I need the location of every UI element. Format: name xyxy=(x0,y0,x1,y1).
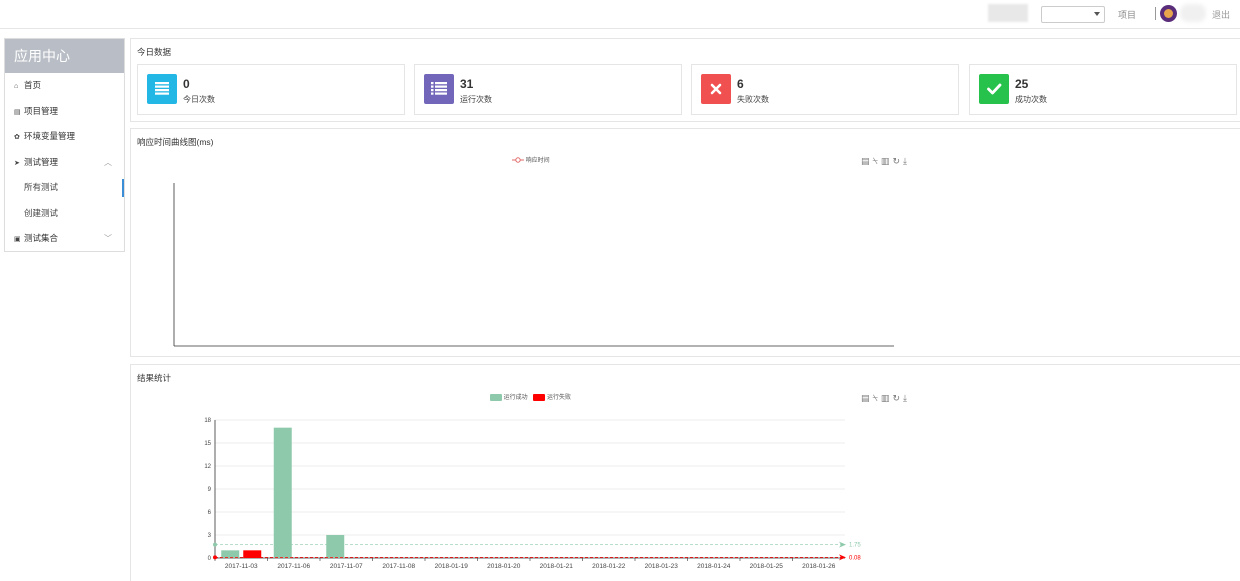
x-tick-label: 2018-01-26 xyxy=(802,563,836,570)
y-tick-label: 6 xyxy=(208,510,212,516)
gear-icon: ✿ xyxy=(14,134,20,141)
stat-label: 运行次数 xyxy=(460,95,492,104)
sidebar-item-test-management[interactable]: ➤ 测试管理 ︿ xyxy=(5,150,124,176)
sidebar-item-label: 环境变量管理 xyxy=(24,131,76,141)
result-chart-svg: 0 3 6 9 12 15 18 2017-11-03 2017-11-06 2017-11-07… xyxy=(204,418,861,570)
x-tick-label: 2017-11-03 xyxy=(225,563,258,570)
mark-line-start xyxy=(213,542,217,547)
chevron-down-icon: ﹀ xyxy=(104,234,112,243)
x-tick-label: 2017-11-06 xyxy=(277,563,310,570)
avatar[interactable] xyxy=(1160,5,1177,22)
today-panel: 今日数据 0 今日次数 31 运行次数 6 失败次数 25 成功次数 xyxy=(130,38,1240,122)
project-select[interactable] xyxy=(1041,6,1105,23)
x-tick-label: 2018-01-21 xyxy=(540,563,574,570)
sidebar-item-home[interactable]: ⌂ 首页 xyxy=(5,73,124,99)
project-link[interactable]: 项目 xyxy=(1118,8,1136,21)
sidebar-item-label: 首页 xyxy=(24,80,42,90)
x-tick-label: 2018-01-25 xyxy=(750,563,784,570)
response-chart-svg xyxy=(173,183,894,347)
clipboard-icon: ▣ xyxy=(14,236,21,243)
logout-link[interactable]: 退出 xyxy=(1212,8,1230,21)
response-time-panel: 响应时间曲线图(ms) 响应时间 ▤⍀▥↻⤓ xyxy=(130,128,1240,357)
caret-down-icon xyxy=(1094,12,1100,16)
sidebar: 应用中心 ⌂ 首页 ▤ 项目管理 ✿ 环境变量管理 ➤ 测试管理 ︿ 所有测试 创建测试… xyxy=(4,38,125,252)
divider xyxy=(1155,7,1156,20)
close-icon xyxy=(701,74,731,104)
send-icon: ➤ xyxy=(14,159,20,167)
bar-fail xyxy=(243,550,262,558)
sidebar-item-label: 所有测试 xyxy=(24,182,59,192)
mark-line-start xyxy=(213,555,217,560)
book-icon: ▤ xyxy=(14,108,21,116)
stat-card-failures: 6 失败次数 xyxy=(691,64,959,115)
check-icon xyxy=(979,74,1009,104)
sidebar-item-create-test[interactable]: 创建测试 xyxy=(5,201,124,227)
stat-value: 6 xyxy=(737,77,744,91)
sidebar-item-projects[interactable]: ▤ 项目管理 xyxy=(5,99,124,125)
sidebar-item-label: 测试集合 xyxy=(24,233,59,243)
y-tick-label: 12 xyxy=(204,464,211,470)
stat-label: 成功次数 xyxy=(1015,95,1047,104)
sidebar-item-label: 项目管理 xyxy=(24,105,59,116)
x-tick-label: 2017-11-08 xyxy=(382,563,415,570)
stat-value: 0 xyxy=(183,77,190,91)
stat-label: 今日次数 xyxy=(183,95,215,104)
sidebar-item-env[interactable]: ✿ 环境变量管理 xyxy=(5,124,124,150)
sidebar-item-label: 测试管理 xyxy=(24,156,59,167)
sidebar-item-label: 创建测试 xyxy=(24,207,59,218)
blurred-region xyxy=(988,4,1028,22)
x-tick-label: 2018-01-20 xyxy=(487,563,521,570)
y-tick-label: 15 xyxy=(204,441,211,447)
stat-value: 25 xyxy=(1015,77,1029,91)
panel-title: 今日数据 xyxy=(137,47,172,57)
y-tick-label: 9 xyxy=(208,487,212,493)
mark-line-label: 1.75 xyxy=(849,543,861,549)
blurred-username xyxy=(1180,4,1206,22)
stat-value: 31 xyxy=(460,77,474,91)
top-bar: 项目 退出 xyxy=(0,0,1240,29)
x-tick-label: 2018-01-22 xyxy=(592,563,626,570)
home-icon: ⌂ xyxy=(14,83,19,90)
y-tick-label: 3 xyxy=(208,533,212,539)
stat-label: 失败次数 xyxy=(737,95,769,104)
stat-card-runs: 31 运行次数 xyxy=(414,64,682,115)
list-icon xyxy=(147,74,177,104)
sidebar-item-test-collection[interactable]: ▣ 测试集合 ﹀ xyxy=(5,226,124,252)
bar-success xyxy=(221,550,240,558)
chevron-up-icon: ︿ xyxy=(104,157,112,167)
mark-line-label: 0.08 xyxy=(849,555,861,561)
x-tick-label: 2017-11-07 xyxy=(330,563,363,570)
x-tick-label: 2018-01-23 xyxy=(645,563,679,570)
stat-card-success: 25 成功次数 xyxy=(969,64,1237,115)
stat-card-today: 0 今日次数 xyxy=(137,64,405,115)
bar-success xyxy=(326,535,345,558)
x-tick-label: 2018-01-24 xyxy=(697,563,731,570)
y-tick-label: 0 xyxy=(208,556,212,562)
bar-success xyxy=(273,427,292,558)
sidebar-item-all-tests[interactable]: 所有测试 xyxy=(5,175,124,201)
y-tick-label: 18 xyxy=(204,418,211,424)
sidebar-title: 应用中心 xyxy=(5,39,124,73)
list-icon xyxy=(424,74,454,104)
x-tick-label: 2018-01-19 xyxy=(435,563,469,570)
result-stats-panel: 结果统计 运行成功 运行失败 ▤⍀▥↻⤓ 0 3 6 9 12 15 18 2017-11-0… xyxy=(130,364,1240,581)
